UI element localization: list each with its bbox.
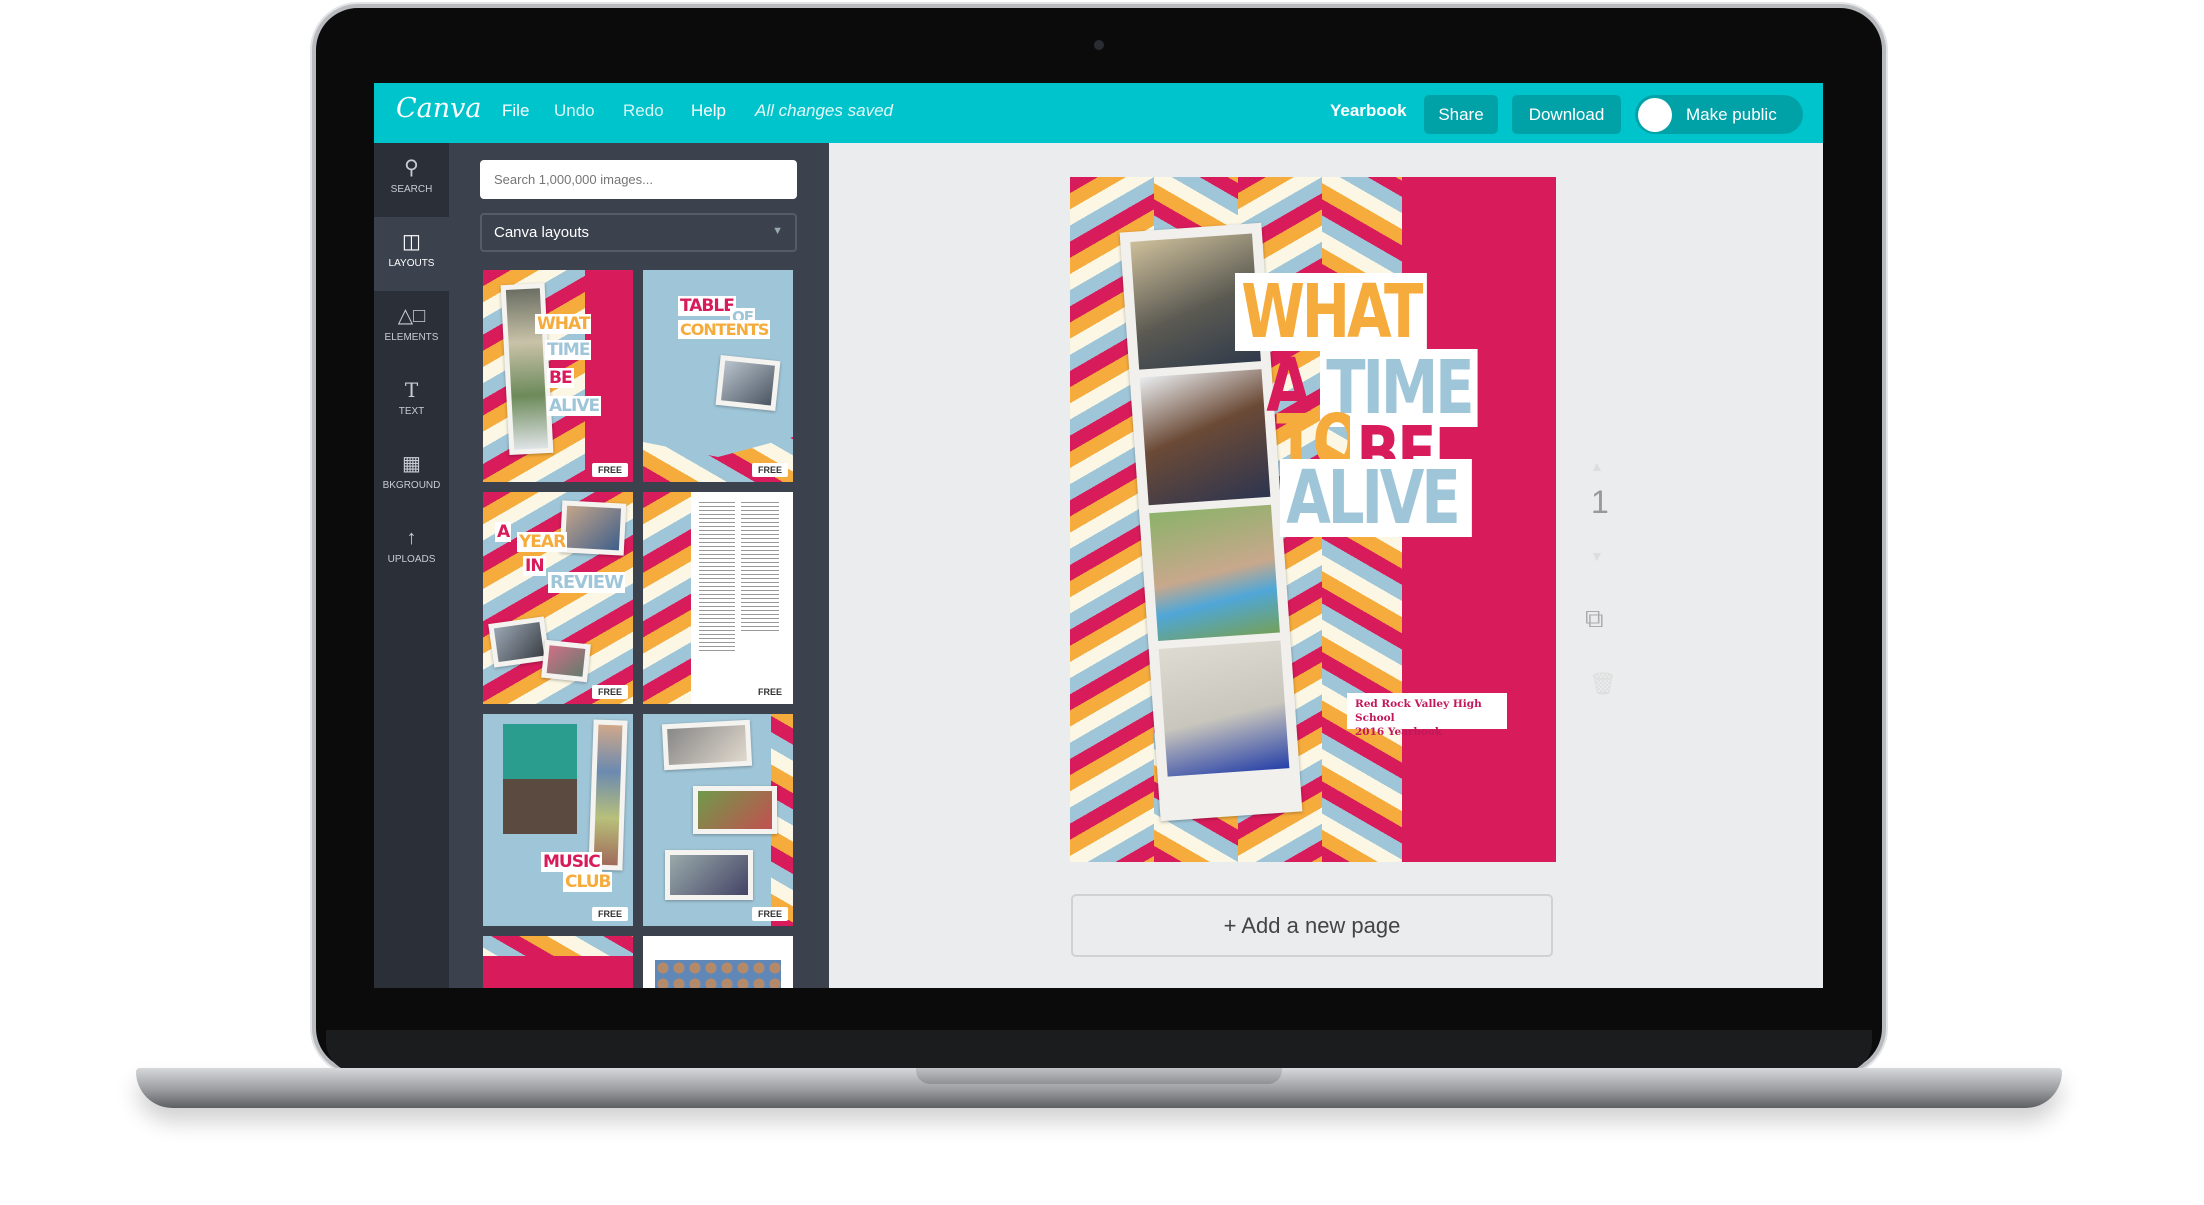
thumb-word: BE (547, 368, 574, 388)
rail-label: BKGROUND (382, 480, 441, 491)
thumb-word: CLUB (563, 872, 613, 892)
thumb-word: CONTENTS (678, 320, 771, 339)
free-badge: FREE (751, 685, 788, 699)
rail-label: TEXT (398, 406, 425, 417)
duplicate-page-icon[interactable]: ⧉ (1585, 603, 1604, 635)
image-search-input[interactable] (480, 160, 797, 199)
layout-thumb[interactable]: WHAT TIME BE ALIVE FREE (483, 270, 633, 482)
elements-icon: △□ (397, 305, 426, 327)
menu-redo[interactable]: Redo (623, 101, 664, 121)
dropdown-value: Canva layouts (494, 224, 590, 241)
canva-editor: Canva File Undo Redo Help All changes sa… (374, 83, 1823, 988)
rail-text[interactable]: T TEXT (374, 365, 449, 439)
rail-background[interactable]: ▦ BKGROUND (374, 439, 449, 513)
free-badge: FREE (751, 463, 788, 477)
layout-thumb[interactable]: FREE (643, 492, 793, 704)
add-new-page-button[interactable]: + Add a new page (1071, 894, 1553, 957)
layout-thumb[interactable]: MUSIC CLUB FREE (483, 714, 633, 926)
subtitle-box: Red Rock Valley High School 2016 Yearboo… (1347, 693, 1507, 738)
layout-thumb[interactable]: A YEAR IN REVIEW FREE (483, 492, 633, 704)
menu-undo[interactable]: Undo (554, 101, 595, 121)
menu-help[interactable]: Help (691, 101, 726, 121)
laptop-chin (326, 1030, 1872, 1072)
design-page[interactable]: WHAT A TIME TO BE ALIVE Red Rock Valley … (1070, 177, 1556, 862)
toggle-knob (1638, 97, 1672, 132)
thumb-word: TIME (545, 340, 592, 360)
make-public-label: Make public (1686, 104, 1777, 124)
layouts-panel: Canva layouts ▼ WHAT TIME BE ALIVE FREE T… (449, 143, 829, 988)
thumb-word: ALIVE (547, 396, 602, 416)
layout-thumb[interactable]: FREE (643, 714, 793, 926)
free-badge: FREE (591, 907, 628, 921)
thumb-word: A (495, 522, 512, 542)
thumb-word: MUSIC (541, 852, 602, 872)
rail-elements[interactable]: △□ ELEMENTS (374, 291, 449, 365)
school-name: Red Rock Valley High School (1355, 698, 1482, 724)
chevron-down-icon: ▼ (772, 225, 783, 237)
icon-rail: ⚲ SEARCH ◫ LAYOUTS △□ ELEMENTS T TEXT ▦ BKGRO… (374, 143, 449, 988)
move-up-icon[interactable]: ▲ (1590, 458, 1604, 474)
layout-thumb[interactable]: TABLE OF CONTENTS FREE (643, 270, 793, 482)
rail-label: LAYOUTS (388, 258, 435, 269)
search-icon: ⚲ (404, 157, 419, 179)
document-title[interactable]: Yearbook (1330, 101, 1407, 121)
free-badge: FREE (591, 685, 628, 699)
background-icon: ▦ (402, 453, 421, 475)
thumb-word: TABLE (678, 296, 736, 316)
text-icon: T (404, 378, 419, 402)
thumb-word: YEAR (517, 532, 568, 552)
page-number: 1 (1591, 484, 1609, 520)
layouts-dropdown[interactable]: Canva layouts ▼ (480, 213, 797, 252)
laptop-notch (916, 1068, 1282, 1084)
upload-icon: ↑ (406, 527, 417, 549)
thumb-word: REVIEW (548, 572, 625, 593)
rail-label: SEARCH (390, 184, 433, 195)
layout-thumb[interactable] (643, 936, 793, 988)
free-badge: FREE (591, 463, 628, 477)
rail-search[interactable]: ⚲ SEARCH (374, 143, 449, 217)
thumb-word: WHAT (535, 314, 592, 334)
rail-label: UPLOADS (387, 554, 436, 565)
layouts-icon: ◫ (402, 231, 421, 253)
top-bar: Canva File Undo Redo Help All changes sa… (374, 83, 1823, 143)
delete-page-icon[interactable]: 🗑 (1589, 671, 1617, 697)
camera (1094, 40, 1104, 50)
save-status: All changes saved (755, 101, 893, 120)
share-button[interactable]: Share (1424, 95, 1498, 134)
make-public-toggle[interactable]: Make public (1635, 95, 1803, 134)
free-badge: FREE (751, 907, 788, 921)
layout-thumb[interactable] (483, 936, 633, 988)
rail-layouts[interactable]: ◫ LAYOUTS (374, 217, 449, 291)
download-button[interactable]: Download (1512, 95, 1621, 134)
title-word: ALIVE (1280, 459, 1472, 537)
yearbook-year: 2016 Yearbook (1355, 726, 1443, 738)
rail-label: ELEMENTS (384, 332, 439, 343)
menu-file[interactable]: File (502, 101, 529, 121)
canva-logo[interactable]: Canva (396, 93, 482, 124)
move-down-icon[interactable]: ▼ (1590, 548, 1604, 564)
title-word: WHAT (1235, 273, 1427, 351)
thumb-word: IN (523, 556, 546, 576)
rail-uploads[interactable]: ↑ UPLOADS (374, 513, 449, 587)
